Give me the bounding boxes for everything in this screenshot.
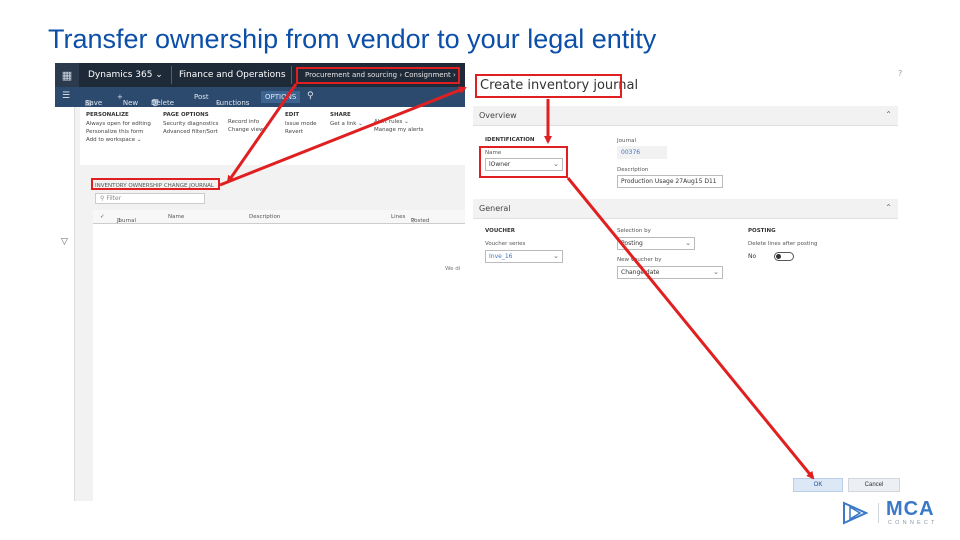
logo-divider [878, 503, 879, 523]
journal-field: 00376 [617, 146, 667, 159]
annotation-box-grid-title [91, 178, 220, 190]
ribbon-group-edit: EDIT Issue mode Revert [285, 112, 317, 137]
ribbon-item[interactable]: Always open for editing [86, 121, 151, 127]
ribbon-group-header: PERSONALIZE [86, 112, 129, 118]
nav-divider [171, 66, 172, 84]
ribbon-item[interactable]: Revert [285, 129, 317, 135]
journal-label: Journal [617, 138, 637, 144]
section-overview[interactable]: Overview ⌃ [473, 106, 898, 126]
description-input[interactable]: Production Usage 27Aug15 D11 [617, 175, 723, 188]
ribbon-item[interactable]: Alert rules ⌄ [374, 119, 424, 125]
slide-title: Transfer ownership from vendor to your l… [48, 24, 657, 54]
chevron-down-icon: ⌄ [713, 268, 719, 276]
mca-connect-logo: MCA CONNECT [842, 495, 954, 531]
ribbon-item[interactable]: Add to workspace ⌄ [86, 137, 151, 143]
create-inventory-journal-dialog: Create inventory journal ? Overview ⌃ ID… [465, 63, 910, 501]
voucher-header: VOUCHER [485, 228, 515, 234]
new-voucher-select[interactable]: Change date ⌄ [617, 266, 723, 279]
nav-divider [291, 66, 292, 84]
filter-input[interactable]: ⚲ Filter [95, 193, 205, 204]
brand-label[interactable]: Dynamics 365 ⌄ [88, 70, 163, 80]
chevron-up-icon: ⌃ [885, 110, 892, 119]
logo-wordmark: MCA [886, 498, 935, 520]
posting-header: POSTING [748, 228, 776, 234]
d365-screenshot: ▦ Dynamics 365 ⌄ Finance and Operations … [55, 63, 465, 501]
slide: Transfer ownership from vendor to your l… [0, 0, 960, 540]
description-label: Description [617, 167, 649, 173]
ribbon-group-header: PAGE OPTIONS [163, 112, 209, 118]
app-launcher-icon[interactable]: ▦ [55, 63, 79, 87]
grid-header-row: ✓ Journal ↕ Name Description Lines Poste… [93, 210, 465, 224]
annotation-box-dialog-title [475, 74, 622, 98]
chevron-down-icon: ⌄ [136, 137, 142, 143]
ribbon-group-personalize: PERSONALIZE Always open for editing Pers… [86, 112, 151, 145]
delete-lines-toggle[interactable] [774, 252, 794, 261]
ribbon-group-record: Record info Change view [228, 119, 263, 135]
voucher-series-label: Voucher series [485, 241, 526, 247]
selection-by-select[interactable]: Posting ⌄ [617, 237, 695, 250]
chevron-down-icon: ⌄ [358, 121, 363, 127]
column-header-lines[interactable]: Lines [391, 214, 405, 220]
ribbon-item[interactable]: Personalize this form [86, 129, 151, 135]
section-header: Overview [479, 111, 517, 120]
ribbon-item[interactable]: Get a link ⌄ [330, 121, 363, 127]
options-ribbon: PERSONALIZE Always open for editing Pers… [80, 107, 465, 165]
ribbon-item[interactable]: Advanced filter/Sort [163, 129, 219, 135]
logo-subtitle: CONNECT [888, 520, 938, 526]
ribbon-item[interactable]: Change view [228, 127, 263, 133]
chevron-down-icon: ⌄ [216, 99, 222, 107]
ok-button[interactable]: OK [793, 478, 843, 492]
search-icon: ⚲ [100, 195, 105, 202]
chevron-down-icon: ⌄ [155, 70, 163, 80]
chevron-down-icon: ⌄ [553, 252, 559, 260]
column-header-description[interactable]: Description [249, 214, 280, 220]
section-general[interactable]: General ⌃ [473, 199, 898, 219]
app-name: Finance and Operations [179, 70, 286, 80]
hamburger-menu-icon[interactable]: ☰ [62, 91, 70, 101]
ribbon-item[interactable]: Manage my alerts [374, 127, 424, 133]
voucher-series-select[interactable]: Inve_16 ⌄ [485, 250, 563, 263]
cancel-button[interactable]: Cancel [848, 478, 900, 492]
post-button[interactable]: Post [194, 93, 209, 101]
select-all-checkbox[interactable]: ✓ [100, 214, 105, 220]
section-header: General [479, 204, 511, 213]
filter-icon[interactable]: ▽ [61, 237, 68, 247]
chevron-down-icon: ⌄ [404, 119, 409, 125]
ribbon-item[interactable]: Record info [228, 119, 263, 125]
logo-mark-icon [843, 501, 868, 525]
chevron-down-icon: ⌄ [685, 239, 691, 247]
annotation-box-name-field [479, 146, 568, 178]
column-header-name[interactable]: Name [168, 214, 184, 220]
annotation-box-breadcrumb [296, 67, 460, 84]
ribbon-group-share: SHARE Get a link ⌄ [330, 112, 363, 129]
identification-header: IDENTIFICATION [485, 137, 535, 143]
empty-grid-message: We di [445, 266, 461, 272]
left-rail: ▽ [55, 107, 75, 501]
ribbon-item[interactable]: Security diagnostics [163, 121, 219, 127]
tab-options[interactable]: OPTIONS [261, 91, 301, 103]
new-voucher-label: New voucher by [617, 257, 662, 263]
ribbon-group-page-options: PAGE OPTIONS Security diagnostics Advanc… [163, 112, 219, 137]
delete-lines-value: No [748, 253, 757, 260]
help-icon[interactable]: ? [898, 69, 902, 78]
ribbon-group-alerts: Alert rules ⌄ Manage my alerts [374, 119, 424, 135]
ribbon-group-header: EDIT [285, 112, 300, 118]
delete-lines-label: Delete lines after posting [748, 241, 818, 247]
action-bar: ☰ ▤ Save + New 🗑 Delete Post Functions ⌄… [55, 87, 465, 107]
chevron-up-icon: ⌃ [885, 203, 892, 212]
ribbon-item[interactable]: Issue mode [285, 121, 317, 127]
new-button[interactable]: + New [117, 93, 138, 107]
search-icon[interactable]: ⚲ [307, 91, 314, 101]
selection-by-label: Selection by [617, 228, 651, 234]
grid-body: We di [93, 224, 465, 501]
ribbon-group-header: SHARE [330, 112, 351, 118]
